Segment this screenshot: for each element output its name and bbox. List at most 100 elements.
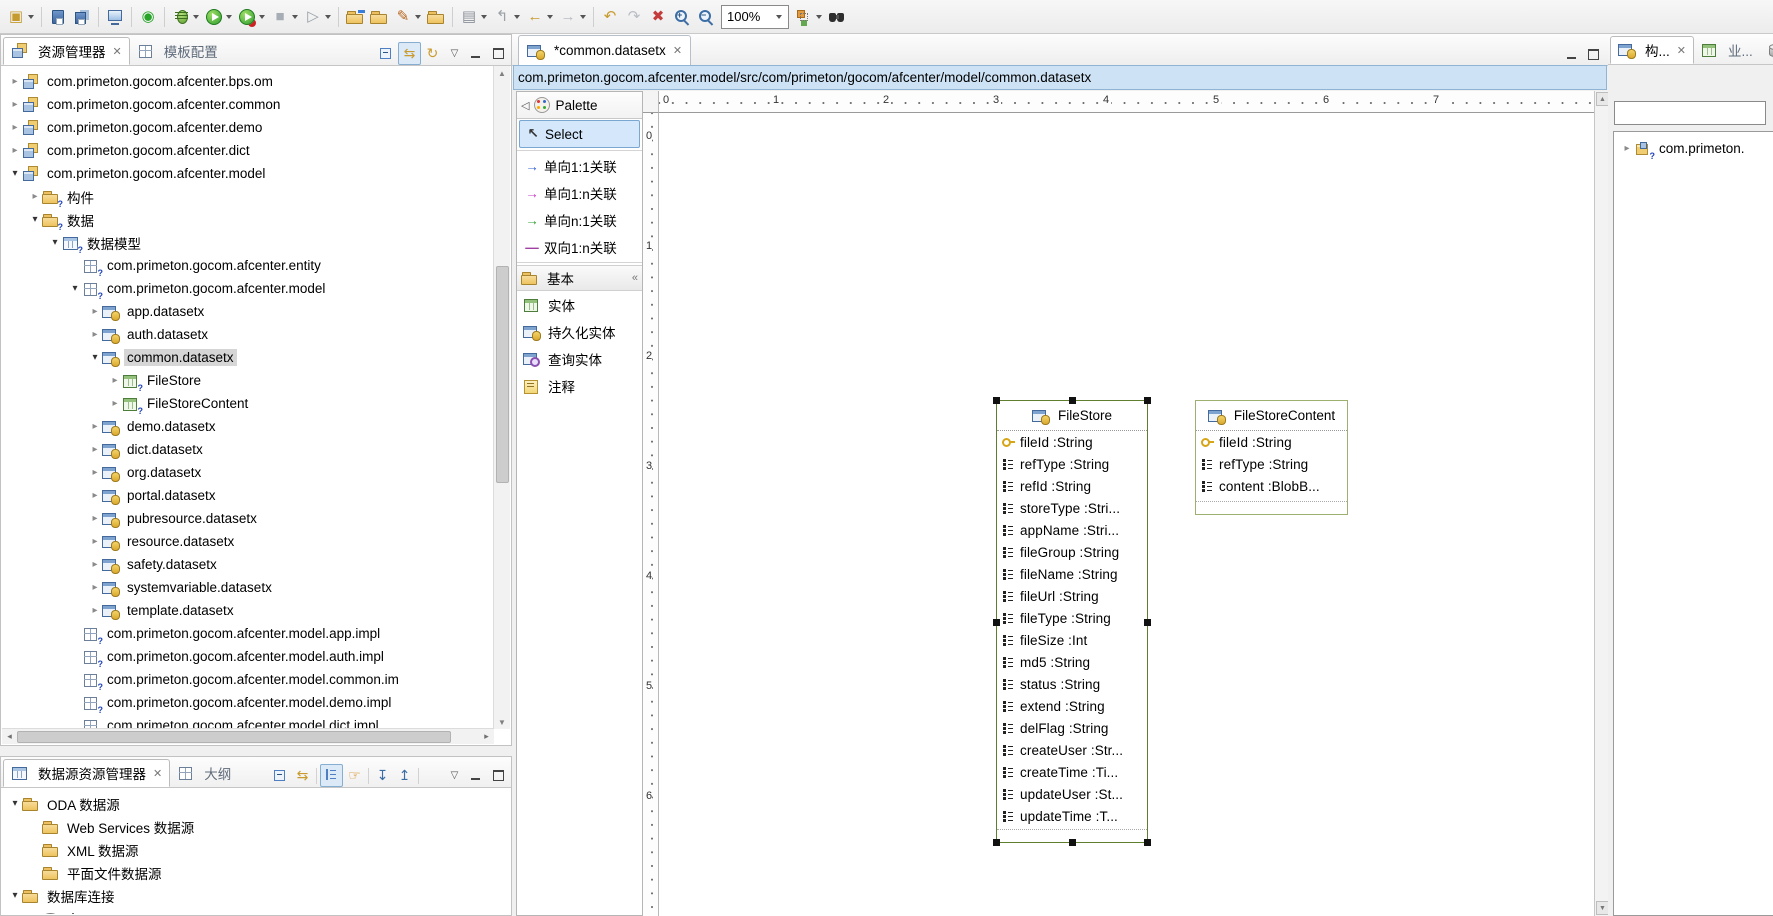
diagram-canvas[interactable]: FileStorefileId :StringrefType :Stringre…: [659, 113, 1594, 916]
pin-icon[interactable]: «: [632, 272, 638, 284]
scrollbar-thumb[interactable]: [17, 731, 451, 743]
close-icon[interactable]: ✕: [113, 45, 122, 58]
selection-handle[interactable]: [1144, 839, 1151, 846]
import-folder-button[interactable]: [424, 4, 448, 30]
tree-item[interactable]: ▸?com.primeton.: [1614, 137, 1773, 160]
redo-button[interactable]: ↷: [622, 4, 646, 30]
entity-field[interactable]: createTime :Ti...: [997, 761, 1147, 783]
stop-button[interactable]: ■: [268, 4, 301, 30]
tree-item[interactable]: ▸systemvariable.datasetx: [2, 576, 494, 599]
close-icon[interactable]: ✕: [1677, 44, 1686, 57]
expand-arrow-icon[interactable]: ▸: [88, 444, 102, 455]
tree-item[interactable]: XML 数据源: [2, 838, 510, 861]
refresh-button[interactable]: ↻: [422, 43, 443, 64]
maximize-button[interactable]: [488, 765, 509, 786]
palette-tool-select[interactable]: ↖Select: [519, 120, 640, 148]
tree-item[interactable]: ?com.primeton.gocom.afcenter.entity: [2, 254, 494, 277]
tree-item[interactable]: ▾common.datasetx: [2, 346, 494, 369]
diagram-options-button[interactable]: [792, 4, 825, 30]
tree-item[interactable]: ▸app.datasetx: [2, 300, 494, 323]
delete-button[interactable]: ✖: [646, 4, 670, 30]
palette-header[interactable]: ◁ Palette: [517, 92, 642, 119]
import-config-button[interactable]: ↧: [372, 765, 393, 786]
expand-arrow-icon[interactable]: ▸: [88, 536, 102, 547]
expand-arrow-icon[interactable]: ▸: [108, 375, 122, 386]
palette-relation-tool[interactable]: →单向1:n关联: [519, 180, 640, 206]
entity-field[interactable]: content :BlobB...: [1196, 475, 1347, 497]
tree-item[interactable]: ▾ODA 数据源: [2, 792, 510, 815]
back-button[interactable]: ←: [523, 4, 556, 30]
expand-arrow-icon[interactable]: ▸: [28, 191, 42, 202]
entity-field[interactable]: fileType :String: [997, 607, 1147, 629]
expand-arrow-icon[interactable]: ▸: [8, 122, 22, 133]
view-menu-button[interactable]: ▽: [444, 765, 465, 786]
entity-field[interactable]: extend :String: [997, 695, 1147, 717]
close-icon[interactable]: ✕: [673, 44, 682, 57]
expand-arrow-icon[interactable]: ▸: [8, 76, 22, 87]
tree-item[interactable]: ▸portal.datasetx: [2, 484, 494, 507]
link-with-editor-button[interactable]: ⇆: [292, 765, 313, 786]
expand-arrow-icon[interactable]: ▸: [88, 306, 102, 317]
expand-arrow-icon[interactable]: ▾: [68, 283, 82, 294]
zoom-out-button[interactable]: −: [694, 4, 718, 30]
entity-field[interactable]: fileSize :Int: [997, 629, 1147, 651]
expand-arrow-icon[interactable]: ▸: [88, 582, 102, 593]
tree-item[interactable]: ?com.primeton.gocom.afcenter.model.app.i…: [2, 622, 494, 645]
expand-arrow-icon[interactable]: ▸: [88, 605, 102, 616]
link-with-editor-button[interactable]: ⇆: [398, 42, 421, 65]
selection-handle[interactable]: [993, 839, 1000, 846]
expand-arrow-icon[interactable]: ▸: [88, 467, 102, 478]
maximize-button[interactable]: [1583, 44, 1604, 65]
datasource-tab-[interactable]: 数据源资源管理器✕: [3, 759, 170, 787]
minimize-button[interactable]: [466, 765, 487, 786]
entity-field[interactable]: delFlag :String: [997, 717, 1147, 739]
entity-field[interactable]: status :String: [997, 673, 1147, 695]
run-button[interactable]: [202, 4, 235, 30]
tree-item[interactable]: ▸pubresource.datasetx: [2, 507, 494, 530]
tree-item[interactable]: ▾?com.primeton.gocom.afcenter.model: [2, 277, 494, 300]
tree-item[interactable]: ▸com.primeton.gocom.afcenter.demo: [2, 116, 494, 139]
close-icon[interactable]: ✕: [153, 767, 162, 780]
minimize-button[interactable]: [1562, 44, 1583, 65]
entity-field[interactable]: fileId :String: [997, 431, 1147, 453]
run-as-user-button[interactable]: [235, 4, 268, 30]
collapse-all-button[interactable]: [270, 765, 291, 786]
right-tab-[interactable]: 业...: [1694, 36, 1760, 64]
breadcrumb[interactable]: com.primeton.gocom.afcenter.model/src/co…: [513, 65, 1607, 90]
entity-field[interactable]: appName :Stri...: [997, 519, 1147, 541]
entity-filestore[interactable]: FileStorefileId :StringrefType :Stringre…: [996, 400, 1148, 843]
explorer-tab-[interactable]: 资源管理器✕: [3, 37, 130, 65]
tree-item[interactable]: ▸com.primeton.gocom.afcenter.bps.om: [2, 70, 494, 93]
entity-field[interactable]: md5 :String: [997, 651, 1147, 673]
entity-field[interactable]: storeType :Stri...: [997, 497, 1147, 519]
tree-item[interactable]: ▾数据库连接: [2, 884, 510, 907]
scroll-left-icon[interactable]: ◂: [2, 729, 17, 744]
entity-field[interactable]: fileId :String: [1196, 431, 1347, 453]
new-wizard-button[interactable]: ▣: [4, 4, 37, 30]
tree-item[interactable]: ▸demo.datasetx: [2, 415, 494, 438]
palette-item-dataset[interactable]: 持久化实体: [519, 319, 640, 345]
expand-arrow-icon[interactable]: ▾: [8, 890, 22, 901]
highlighter-button[interactable]: ✎: [391, 4, 424, 30]
save-button[interactable]: [46, 4, 70, 30]
scroll-up-icon[interactable]: ▲: [494, 66, 510, 80]
entity-field[interactable]: updateTime :T...: [997, 805, 1147, 827]
entity-field[interactable]: fileGroup :String: [997, 541, 1147, 563]
entity-field[interactable]: refId :String: [997, 475, 1147, 497]
show-category-button[interactable]: [320, 764, 343, 787]
canvas-vertical-scrollbar[interactable]: ▲ ▼: [1594, 91, 1608, 916]
entity-field[interactable]: fileName :String: [997, 563, 1147, 585]
tree-item[interactable]: ▸com.primeton.gocom.afcenter.dict: [2, 139, 494, 162]
palette-item-query[interactable]: 查询实体: [519, 346, 640, 372]
palette-item-entity[interactable]: 实体: [519, 292, 640, 318]
debug-button[interactable]: [169, 4, 202, 30]
search-button[interactable]: [825, 4, 849, 30]
tree-item[interactable]: 平面文件数据源: [2, 861, 510, 884]
tree-item[interactable]: ▸com.primeton.gocom.afcenter.common: [2, 93, 494, 116]
tree-item[interactable]: ▾com.primeton.gocom.afcenter.model: [2, 162, 494, 185]
entity-field[interactable]: createUser :Str...: [997, 739, 1147, 761]
right-tab-[interactable]: 构...✕: [1610, 36, 1694, 64]
selection-handle[interactable]: [993, 619, 1000, 626]
save-profiles-button[interactable]: [422, 765, 443, 786]
tree-item[interactable]: ▸org.datasetx: [2, 461, 494, 484]
